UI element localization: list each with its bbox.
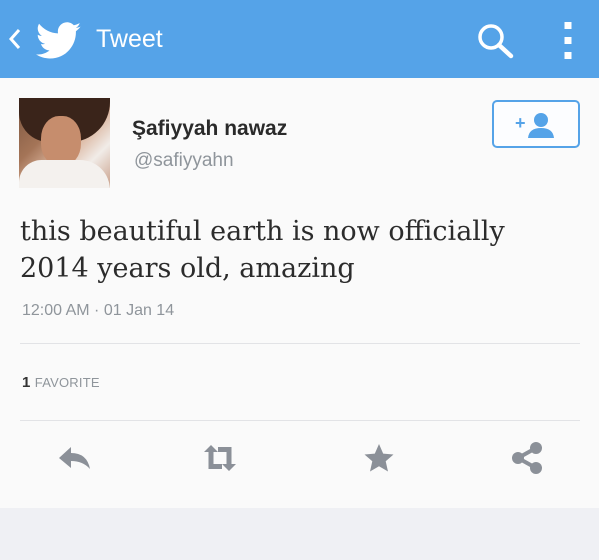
tweet-text-line: this beautiful earth is now officially — [20, 216, 505, 247]
tweet-text-line: 2014 years old, amazing — [20, 253, 355, 284]
top-app-bar: Tweet — [0, 0, 599, 78]
favorite-star-icon[interactable] — [359, 440, 399, 476]
favorites-label: FAVORITE — [34, 375, 100, 390]
user-handle[interactable]: @safiyyahn — [134, 150, 234, 172]
tweet-text: this beautiful earth is now officially 2… — [20, 213, 580, 287]
back-chevron-icon[interactable] — [8, 26, 22, 52]
twitter-bird-icon[interactable] — [36, 22, 82, 60]
reply-icon[interactable] — [55, 440, 95, 476]
avatar[interactable] — [19, 98, 110, 188]
retweet-icon[interactable] — [200, 440, 240, 476]
divider — [20, 420, 580, 421]
share-icon[interactable] — [508, 440, 548, 476]
divider — [20, 343, 580, 344]
display-name[interactable]: Şafiyyah nawaz — [132, 117, 287, 141]
favorites-count: 1 — [22, 374, 31, 391]
svg-text:+: + — [515, 113, 526, 133]
more-vertical-icon[interactable] — [556, 20, 580, 62]
follow-button[interactable]: + — [492, 100, 580, 148]
tweet-timestamp: 12:00 AM · 01 Jan 14 — [22, 302, 175, 319]
avatar-shirt — [19, 160, 110, 188]
add-user-icon: + — [515, 113, 554, 138]
search-icon[interactable] — [475, 22, 515, 60]
avatar-face — [41, 116, 81, 166]
screen-title: Tweet — [96, 25, 163, 53]
favorites-stat[interactable]: 1 FAVORITE — [22, 374, 100, 392]
